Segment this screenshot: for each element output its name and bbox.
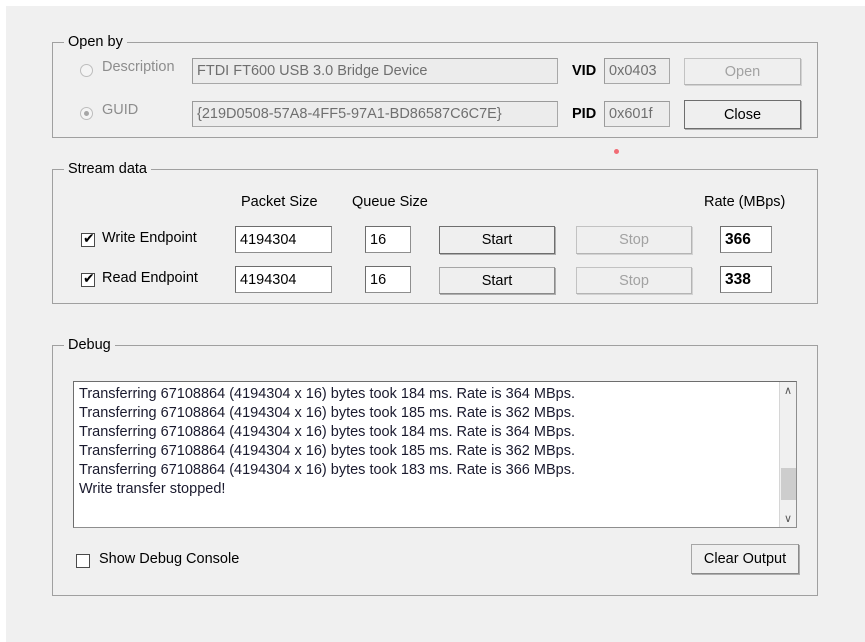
write-stop-button[interactable]: Stop	[576, 226, 692, 254]
close-button[interactable]: Close	[684, 100, 801, 129]
scroll-up-icon[interactable]: ∧	[780, 382, 796, 399]
debug-scrollbar[interactable]: ∧ ∨	[779, 382, 796, 527]
vid-input[interactable]: 0x0403	[604, 58, 670, 84]
guid-radio-label: GUID	[102, 102, 139, 118]
pid-input[interactable]: 0x601f	[604, 101, 670, 127]
debug-log-line: Transferring 67108864 (4194304 x 16) byt…	[79, 405, 575, 421]
read-endpoint-checkbox[interactable]: ✔	[81, 271, 95, 287]
debug-log-line: Transferring 67108864 (4194304 x 16) byt…	[79, 386, 575, 402]
read-endpoint-label: Read Endpoint	[102, 270, 198, 286]
debug-log-line: Transferring 67108864 (4194304 x 16) byt…	[79, 424, 575, 440]
application-window: Open by Description GUID FTDI FT600 USB …	[6, 6, 865, 642]
vid-label: VID	[572, 63, 597, 79]
queue-size-header: Queue Size	[352, 194, 428, 210]
check-icon: ✔	[83, 231, 95, 247]
read-start-button[interactable]: Start	[439, 267, 555, 294]
write-packet-size-input[interactable]: 4194304	[235, 226, 332, 253]
pid-label: PID	[572, 106, 597, 122]
scroll-down-icon[interactable]: ∨	[780, 510, 796, 527]
open-button[interactable]: Open	[684, 58, 801, 85]
packet-size-header: Packet Size	[241, 194, 318, 210]
read-queue-size-input[interactable]: 16	[365, 266, 411, 293]
debug-log-lines: Transferring 67108864 (4194304 x 16) byt…	[79, 385, 776, 499]
show-debug-console-label: Show Debug Console	[99, 551, 240, 567]
read-stop-button[interactable]: Stop	[576, 267, 692, 294]
read-rate-value: 338	[720, 266, 772, 293]
debug-log-line: Write transfer stopped!	[79, 481, 226, 497]
write-rate-value: 366	[720, 226, 772, 253]
write-endpoint-checkbox[interactable]: ✔	[81, 231, 95, 247]
guid-radio[interactable]	[80, 107, 93, 120]
cursor-marker-dot	[614, 149, 619, 154]
show-debug-console-checkbox[interactable]	[76, 554, 90, 568]
description-radio-label: Description	[102, 59, 175, 75]
debug-log-line: Transferring 67108864 (4194304 x 16) byt…	[79, 462, 575, 478]
scrollbar-thumb[interactable]	[781, 468, 796, 500]
write-start-button[interactable]: Start	[439, 226, 555, 254]
guid-input[interactable]: {219D0508-57A8-4FF5-97A1-BD86587C6C7E}	[192, 101, 558, 127]
open-by-group-title: Open by	[64, 34, 127, 50]
debug-log-line: Transferring 67108864 (4194304 x 16) byt…	[79, 443, 575, 459]
check-icon: ✔	[83, 271, 95, 287]
debug-group-title: Debug	[64, 337, 115, 353]
rate-header: Rate (MBps)	[704, 194, 786, 210]
write-queue-size-input[interactable]: 16	[365, 226, 411, 253]
description-radio[interactable]	[80, 64, 93, 77]
debug-output-console[interactable]: Transferring 67108864 (4194304 x 16) byt…	[73, 381, 797, 528]
write-endpoint-label: Write Endpoint	[102, 230, 197, 246]
description-input[interactable]: FTDI FT600 USB 3.0 Bridge Device	[192, 58, 558, 84]
read-packet-size-input[interactable]: 4194304	[235, 266, 332, 293]
clear-output-button[interactable]: Clear Output	[691, 544, 799, 574]
stream-data-group-title: Stream data	[64, 161, 151, 177]
